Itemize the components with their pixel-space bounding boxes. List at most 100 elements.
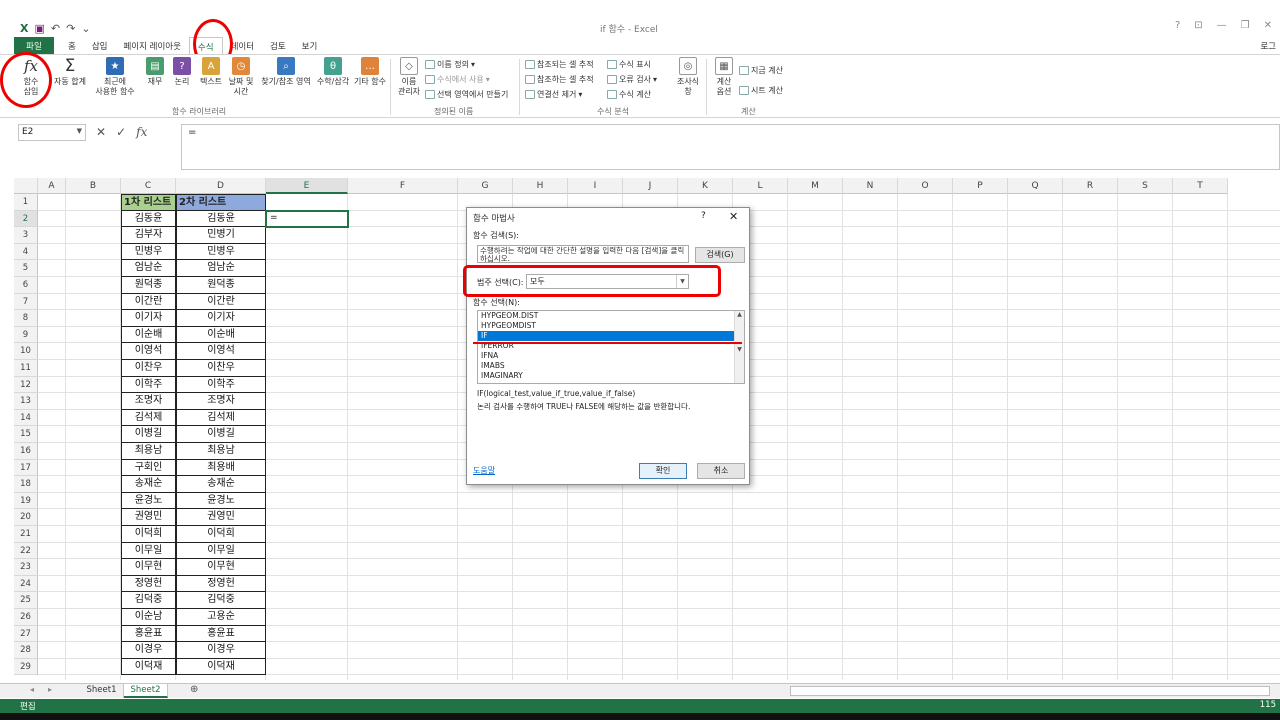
close-icon[interactable]: ✕: [1264, 20, 1272, 31]
cell-c23[interactable]: 이무현: [121, 559, 176, 576]
row-header-22[interactable]: 22: [14, 542, 38, 560]
math-trig-button[interactable]: θ 수학/삼각: [314, 57, 352, 87]
create-from-selection-button[interactable]: 선택 영역에서 만들기: [425, 89, 508, 100]
column-header-h[interactable]: H: [513, 178, 568, 194]
cell-c1-header[interactable]: 1차 리스트: [121, 194, 176, 211]
cell-c7[interactable]: 이간란: [121, 293, 176, 311]
cell-c26[interactable]: 이순남: [121, 609, 176, 626]
column-header-c[interactable]: C: [121, 178, 176, 194]
calculate-now-button[interactable]: 지금 계산: [739, 65, 783, 76]
tab-page-layout[interactable]: 페이지 레이아웃: [115, 37, 188, 54]
row-header-2[interactable]: 2: [14, 210, 38, 228]
restore-icon[interactable]: ❐: [1241, 20, 1250, 31]
cell-d5[interactable]: 엄남순: [176, 260, 266, 277]
chevron-down-icon[interactable]: ▼: [77, 127, 82, 135]
column-header-t[interactable]: T: [1173, 178, 1228, 194]
row-header-26[interactable]: 26: [14, 609, 38, 626]
function-list-scrollbar[interactable]: ▲ ▼: [734, 311, 744, 383]
function-list-item[interactable]: HYPGEOMDIST: [478, 321, 744, 331]
column-header-q[interactable]: Q: [1008, 178, 1063, 194]
cell-c4[interactable]: 민병우: [121, 243, 176, 261]
row-header-16[interactable]: 16: [14, 443, 38, 460]
cell-d18[interactable]: 송재순: [176, 476, 266, 493]
tab-file[interactable]: 파일: [14, 37, 54, 54]
define-name-button[interactable]: 이름 정의 ▾: [425, 59, 475, 70]
trace-precedents-button[interactable]: 참조되는 셀 추적: [525, 59, 594, 70]
logical-button[interactable]: ? 논리: [170, 57, 194, 87]
row-header-27[interactable]: 27: [14, 625, 38, 643]
column-header-n[interactable]: N: [843, 178, 898, 194]
function-list[interactable]: HYPGEOM.DIST HYPGEOMDIST IF IFERROR IFNA…: [477, 310, 745, 384]
cell-d4[interactable]: 민병우: [176, 243, 266, 261]
function-list-item[interactable]: HYPGEOM.DIST: [478, 311, 744, 321]
prev-sheet-icon[interactable]: ◂: [30, 685, 34, 694]
cell-d11[interactable]: 이찬우: [176, 360, 266, 377]
function-search-input[interactable]: 수행하려는 작업에 대한 간단한 설명을 입력한 다음 [검색]을 클릭하십시오…: [477, 245, 689, 263]
function-list-item-selected[interactable]: IF: [478, 331, 744, 341]
column-header-p[interactable]: P: [953, 178, 1008, 194]
row-header-7[interactable]: 7: [14, 293, 38, 311]
cell-d2[interactable]: 김동윤: [176, 210, 266, 228]
calculation-options-button[interactable]: ▦ 계산 옵션: [709, 57, 739, 97]
row-header-6[interactable]: 6: [14, 277, 38, 294]
cell-c25[interactable]: 김덕중: [121, 592, 176, 609]
cell-d29[interactable]: 이덕재: [176, 658, 266, 676]
tab-home[interactable]: 홈: [60, 37, 84, 54]
undo-icon[interactable]: ↶: [51, 22, 60, 35]
row-header-1[interactable]: 1: [14, 194, 38, 211]
cell-d8[interactable]: 이기자: [176, 310, 266, 327]
cell-d9[interactable]: 이순배: [176, 326, 266, 344]
row-header-20[interactable]: 20: [14, 509, 38, 526]
cell-d22[interactable]: 이무일: [176, 542, 266, 560]
cell-c15[interactable]: 이병길: [121, 426, 176, 443]
lookup-button[interactable]: ⌕ 찾기/참조 영역: [258, 57, 314, 87]
zoom-level[interactable]: 115: [1260, 700, 1276, 710]
evaluate-formula-button[interactable]: 수식 계산: [607, 89, 651, 100]
help-icon[interactable]: ?: [1175, 20, 1180, 31]
datetime-button[interactable]: ◷ 날짜 및 시간: [226, 57, 256, 97]
row-header-5[interactable]: 5: [14, 260, 38, 277]
cell-c20[interactable]: 권영민: [121, 509, 176, 526]
cell-d28[interactable]: 이경우: [176, 642, 266, 659]
column-header-a[interactable]: A: [38, 178, 66, 194]
cell-d3[interactable]: 민병기: [176, 227, 266, 244]
row-header-19[interactable]: 19: [14, 492, 38, 510]
name-manager-button[interactable]: ◇ 이름 관리자: [394, 57, 424, 97]
save-icon[interactable]: ▣: [34, 22, 44, 35]
row-header-24[interactable]: 24: [14, 575, 38, 593]
financial-button[interactable]: ▤ 재무: [143, 57, 167, 87]
column-header-s[interactable]: S: [1118, 178, 1173, 194]
cell-d20[interactable]: 권영민: [176, 509, 266, 526]
row-header-12[interactable]: 12: [14, 376, 38, 394]
cell-d21[interactable]: 이덕희: [176, 526, 266, 543]
column-header-f[interactable]: F: [348, 178, 458, 194]
row-header-21[interactable]: 21: [14, 526, 38, 543]
column-header-b[interactable]: B: [66, 178, 121, 194]
cell-c17[interactable]: 구회인: [121, 459, 176, 477]
column-header-k[interactable]: K: [678, 178, 733, 194]
row-header-8[interactable]: 8: [14, 310, 38, 327]
row-header-10[interactable]: 10: [14, 343, 38, 360]
cell-d27[interactable]: 홍윤표: [176, 625, 266, 643]
row-header-18[interactable]: 18: [14, 476, 38, 493]
column-header-j[interactable]: J: [623, 178, 678, 194]
formula-input[interactable]: =: [181, 124, 1280, 170]
insert-function-icon[interactable]: fx: [136, 125, 147, 139]
cell-d25[interactable]: 김덕중: [176, 592, 266, 609]
cell-c19[interactable]: 윤경노: [121, 492, 176, 510]
column-header-l[interactable]: L: [733, 178, 788, 194]
cell-d17[interactable]: 최용배: [176, 459, 266, 477]
row-header-25[interactable]: 25: [14, 592, 38, 609]
search-button[interactable]: 검색(G): [695, 247, 745, 263]
tab-insert[interactable]: 삽입: [84, 37, 116, 54]
row-header-23[interactable]: 23: [14, 559, 38, 576]
row-header-3[interactable]: 3: [14, 227, 38, 244]
cancel-icon[interactable]: ✕: [96, 125, 106, 139]
function-list-item[interactable]: IMAGINARY: [478, 371, 744, 381]
function-list-item[interactable]: IMABS: [478, 361, 744, 371]
row-header-14[interactable]: 14: [14, 409, 38, 427]
tab-review[interactable]: 검토: [262, 37, 294, 54]
row-header-9[interactable]: 9: [14, 326, 38, 344]
cell-c13[interactable]: 조명자: [121, 393, 176, 410]
text-button[interactable]: A 텍스트: [196, 57, 226, 87]
